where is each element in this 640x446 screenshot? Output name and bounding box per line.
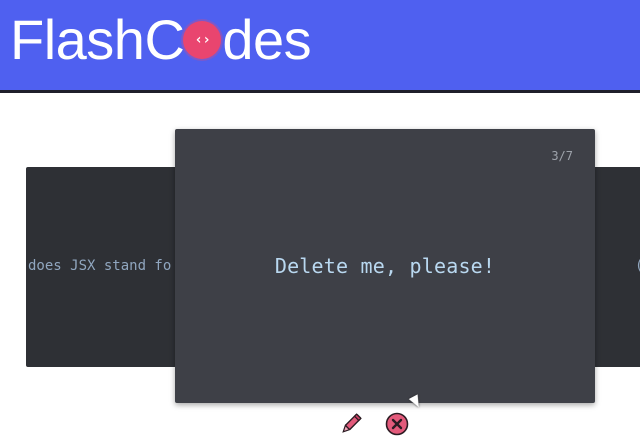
flashcard-current[interactable]: 3/7 Delete me, please! xyxy=(175,129,595,403)
flashcard-stage: does JSX stand fo ( 3/7 Delete me, pleas… xyxy=(0,96,640,446)
flashcard-previous-text: does JSX stand fo xyxy=(28,258,172,274)
logo-text-end: des xyxy=(222,8,312,71)
app-header: FlashC ‹› des xyxy=(0,0,640,93)
pencil-icon xyxy=(342,413,362,433)
app-logo[interactable]: FlashC ‹› des xyxy=(10,8,312,71)
card-controls xyxy=(336,411,416,439)
close-circle-icon xyxy=(385,412,409,436)
edit-button[interactable] xyxy=(338,411,364,437)
card-question: Delete me, please! xyxy=(274,254,496,278)
card-counter: 3/7 xyxy=(551,149,573,163)
delete-button[interactable] xyxy=(384,411,410,437)
flashcard-next-text: ( xyxy=(635,258,640,274)
flashcard-next[interactable]: ( xyxy=(593,167,640,367)
logo-text-start: FlashC xyxy=(10,8,185,71)
code-brackets-icon: ‹› xyxy=(183,21,222,59)
